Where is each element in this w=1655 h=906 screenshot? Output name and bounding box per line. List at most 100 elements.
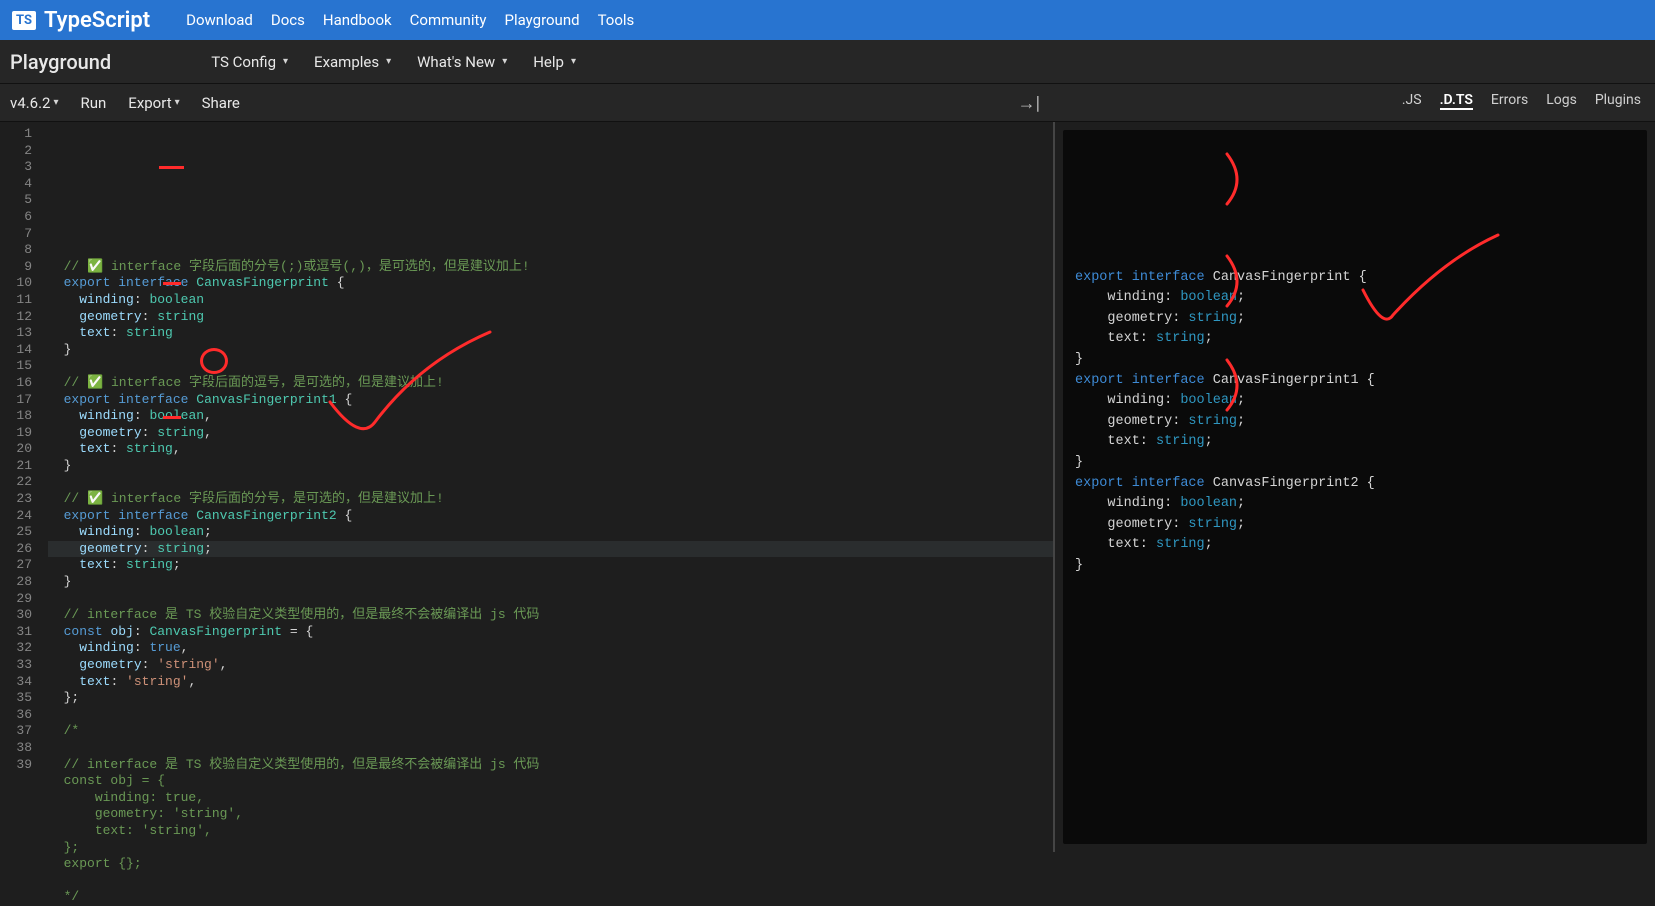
code-line: /* bbox=[48, 723, 1053, 740]
code-line bbox=[48, 740, 1053, 757]
code-line: export interface CanvasFingerprint1 { bbox=[48, 392, 1053, 409]
code-line: export interface CanvasFingerprint { bbox=[48, 275, 1053, 292]
nav-handbook[interactable]: Handbook bbox=[323, 11, 392, 29]
code-content[interactable]: // ✅ interface 字段后面的分号(;)或逗号(,)，是可选的，但是建… bbox=[40, 122, 1053, 852]
code-line: // ✅ interface 字段后面的分号，是可选的，但是建议加上! bbox=[48, 491, 1053, 508]
run-button[interactable]: Run bbox=[81, 94, 107, 112]
line-number: 4 bbox=[0, 176, 32, 193]
menu-help[interactable]: Help bbox=[533, 53, 576, 71]
code-line: } bbox=[48, 342, 1053, 359]
line-number: 31 bbox=[0, 624, 32, 641]
export-button[interactable]: Export bbox=[128, 94, 179, 112]
nav-playground[interactable]: Playground bbox=[504, 11, 579, 29]
code-line bbox=[48, 474, 1053, 491]
menu-whatsnew[interactable]: What's New bbox=[417, 53, 507, 71]
line-number: 25 bbox=[0, 524, 32, 541]
output-line: text: string; bbox=[1075, 432, 1635, 453]
output-line: export interface CanvasFingerprint1 { bbox=[1075, 371, 1635, 392]
line-number: 22 bbox=[0, 474, 32, 491]
code-line: winding: true, bbox=[48, 640, 1053, 657]
line-number: 36 bbox=[0, 707, 32, 724]
code-line bbox=[48, 707, 1053, 724]
line-number: 23 bbox=[0, 491, 32, 508]
code-line: geometry: 'string', bbox=[48, 806, 1053, 823]
annotation-underline-1 bbox=[159, 166, 184, 169]
line-number: 15 bbox=[0, 358, 32, 375]
line-number: 9 bbox=[0, 259, 32, 276]
code-line: }; bbox=[48, 840, 1053, 857]
nav-community[interactable]: Community bbox=[410, 11, 487, 29]
tab-logs[interactable]: Logs bbox=[1546, 92, 1577, 110]
line-number: 29 bbox=[0, 591, 32, 608]
code-line: const obj = { bbox=[48, 773, 1053, 790]
output-line: } bbox=[1075, 350, 1635, 371]
line-number: 11 bbox=[0, 292, 32, 309]
line-number: 37 bbox=[0, 723, 32, 740]
output-line: geometry: string; bbox=[1075, 309, 1635, 330]
tab-dts[interactable]: .D.TS bbox=[1440, 92, 1473, 110]
tab-js[interactable]: .JS bbox=[1402, 92, 1422, 110]
line-number: 21 bbox=[0, 458, 32, 475]
output-line: export interface CanvasFingerprint2 { bbox=[1075, 474, 1635, 495]
code-line: // interface 是 TS 校验自定义类型使用的，但是最终不会被编译出 … bbox=[48, 757, 1053, 774]
code-line: // ✅ interface 字段后面的逗号，是可选的，但是建议加上! bbox=[48, 375, 1053, 392]
line-number: 16 bbox=[0, 375, 32, 392]
line-number: 5 bbox=[0, 192, 32, 209]
code-editor[interactable]: 1234567891011121314151617181920212223242… bbox=[0, 122, 1055, 852]
line-number: 30 bbox=[0, 607, 32, 624]
code-line: text: 'string', bbox=[48, 674, 1053, 691]
menu-examples[interactable]: Examples bbox=[314, 53, 391, 71]
code-line bbox=[48, 591, 1053, 608]
nav-download[interactable]: Download bbox=[186, 11, 253, 29]
code-line: geometry: string; bbox=[48, 541, 1053, 558]
line-number: 18 bbox=[0, 408, 32, 425]
code-line: winding: boolean, bbox=[48, 408, 1053, 425]
output-line: export interface CanvasFingerprint { bbox=[1075, 268, 1635, 289]
line-number: 34 bbox=[0, 674, 32, 691]
code-line: }; bbox=[48, 690, 1053, 707]
line-number: 24 bbox=[0, 508, 32, 525]
output-line: } bbox=[1075, 453, 1635, 474]
version-selector[interactable]: v4.6.2 bbox=[10, 94, 59, 112]
nav-docs[interactable]: Docs bbox=[271, 11, 305, 29]
code-line: text: string bbox=[48, 325, 1053, 342]
line-number: 6 bbox=[0, 209, 32, 226]
line-number: 19 bbox=[0, 425, 32, 442]
line-number: 3 bbox=[0, 159, 32, 176]
output-line: winding: boolean; bbox=[1075, 494, 1635, 515]
line-gutter: 1234567891011121314151617181920212223242… bbox=[0, 122, 40, 852]
toolbar: v4.6.2 Run Export Share →| .JS .D.TS Err… bbox=[0, 84, 1655, 122]
output-line: winding: boolean; bbox=[1075, 391, 1635, 412]
brand-title: TypeScript bbox=[44, 8, 150, 33]
code-line: geometry: 'string', bbox=[48, 657, 1053, 674]
code-line: */ bbox=[48, 889, 1053, 906]
subnav-menu: TS Config Examples What's New Help bbox=[211, 53, 576, 71]
code-line: text: string; bbox=[48, 557, 1053, 574]
code-line bbox=[48, 358, 1053, 375]
tab-errors[interactable]: Errors bbox=[1491, 92, 1528, 110]
line-number: 38 bbox=[0, 740, 32, 757]
line-number: 12 bbox=[0, 309, 32, 326]
line-number: 26 bbox=[0, 541, 32, 558]
output-panel: export interface CanvasFingerprint { win… bbox=[1063, 130, 1647, 844]
share-button[interactable]: Share bbox=[202, 94, 240, 112]
output-line: geometry: string; bbox=[1075, 515, 1635, 536]
code-line: geometry: string bbox=[48, 309, 1053, 326]
tab-plugins[interactable]: Plugins bbox=[1595, 92, 1641, 110]
code-line: export {}; bbox=[48, 856, 1053, 873]
nav-tools[interactable]: Tools bbox=[598, 11, 635, 29]
output-tabs: .JS .D.TS Errors Logs Plugins bbox=[1402, 92, 1641, 110]
code-line: // interface 是 TS 校验自定义类型使用的，但是最终不会被编译出 … bbox=[48, 607, 1053, 624]
code-line: geometry: string, bbox=[48, 425, 1053, 442]
line-number: 13 bbox=[0, 325, 32, 342]
code-line: const obj: CanvasFingerprint = { bbox=[48, 624, 1053, 641]
line-number: 17 bbox=[0, 392, 32, 409]
line-number: 14 bbox=[0, 342, 32, 359]
line-number: 8 bbox=[0, 242, 32, 259]
main-area: 1234567891011121314151617181920212223242… bbox=[0, 122, 1655, 852]
menu-tsconfig[interactable]: TS Config bbox=[211, 53, 288, 71]
code-line: text: 'string', bbox=[48, 823, 1053, 840]
page-title: Playground bbox=[10, 50, 111, 74]
collapse-panel-icon[interactable]: →| bbox=[1018, 93, 1040, 114]
code-line: winding: true, bbox=[48, 790, 1053, 807]
